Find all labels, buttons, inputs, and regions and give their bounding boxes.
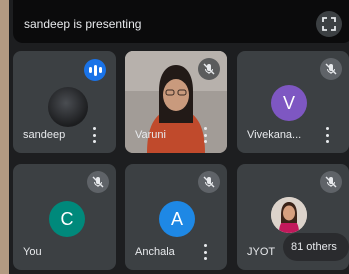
mic-off-icon bbox=[198, 171, 220, 193]
mic-off-icon bbox=[320, 171, 342, 193]
more-options-button[interactable] bbox=[199, 127, 211, 143]
participant-tile-you[interactable]: C You bbox=[13, 164, 116, 270]
mic-off-icon bbox=[320, 58, 342, 80]
participant-tile-sandeep[interactable]: sandeep bbox=[13, 51, 116, 153]
avatar: V bbox=[271, 85, 307, 121]
participant-name: Varuni bbox=[135, 129, 166, 141]
audio-level-icon bbox=[84, 59, 106, 81]
mic-off-icon bbox=[87, 171, 109, 193]
others-count-label: 81 others bbox=[291, 241, 337, 253]
avatar: A bbox=[159, 201, 195, 237]
meeting-grid: sandeep is presenting sandeep Varuni V V… bbox=[9, 0, 349, 274]
fullscreen-icon bbox=[322, 17, 336, 31]
mic-off-icon bbox=[198, 58, 220, 80]
participant-name: Vivekana... bbox=[247, 129, 302, 141]
others-button[interactable]: 81 others bbox=[283, 233, 349, 261]
participant-tile-anchala[interactable]: A Anchala bbox=[125, 164, 227, 270]
participant-name: sandeep bbox=[23, 129, 66, 141]
participant-name: JYOT bbox=[247, 246, 276, 258]
more-options-button[interactable] bbox=[199, 244, 211, 260]
presenting-label: sandeep is presenting bbox=[24, 17, 142, 31]
more-options-button[interactable] bbox=[321, 127, 333, 143]
fullscreen-button[interactable] bbox=[316, 11, 342, 37]
avatar: C bbox=[49, 201, 85, 237]
participant-name: You bbox=[23, 246, 42, 258]
avatar bbox=[48, 87, 88, 127]
presentation-banner: sandeep is presenting bbox=[13, 0, 349, 43]
avatar bbox=[271, 197, 307, 233]
participant-name: Anchala bbox=[135, 246, 175, 258]
participant-tile-vivekana[interactable]: V Vivekana... bbox=[237, 51, 349, 153]
participant-tile-varuni[interactable]: Varuni bbox=[125, 51, 227, 153]
more-options-button[interactable] bbox=[88, 127, 100, 143]
